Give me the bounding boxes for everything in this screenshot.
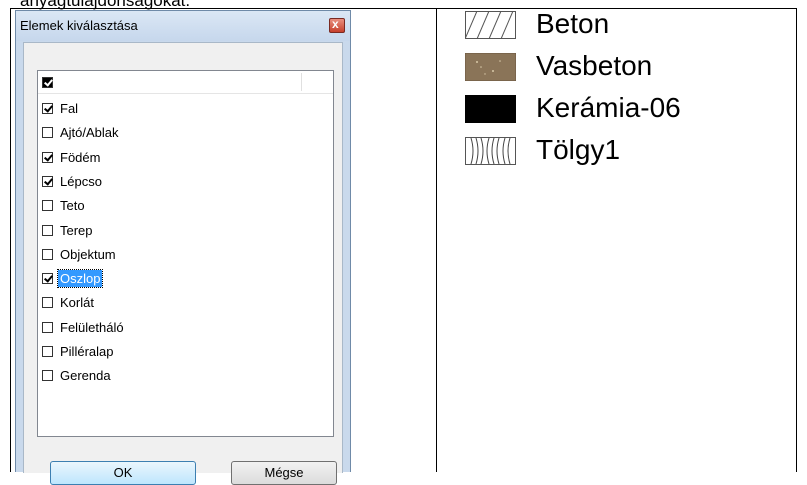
list-item[interactable]: Gerenda — [38, 364, 298, 388]
element-selection-dialog: Elemek kiválasztása x Fal Ajtó/Ablak Födém… — [15, 10, 351, 485]
item-checkbox[interactable] — [42, 273, 53, 285]
header-separator — [301, 73, 302, 91]
item-checkbox[interactable] — [42, 321, 53, 333]
list-item[interactable]: Ajtó/Ablak — [38, 121, 298, 145]
item-label: Terep — [60, 222, 93, 238]
list-item[interactable]: Terep — [38, 219, 298, 243]
item-checkbox[interactable] — [42, 127, 53, 139]
list-item[interactable]: Pilléralap — [38, 340, 298, 364]
item-label: Fal — [60, 101, 79, 116]
list-item[interactable]: Teto — [38, 194, 298, 218]
item-checkbox[interactable] — [42, 224, 53, 236]
list-header — [38, 71, 333, 94]
item-label: Felületháló — [60, 319, 124, 335]
close-button[interactable]: x — [329, 17, 345, 33]
wood-grain-swatch-icon — [465, 137, 516, 165]
select-all-checkbox[interactable] — [42, 77, 53, 88]
table-border-middle — [436, 8, 437, 472]
item-checkbox[interactable] — [42, 248, 53, 260]
item-label: Ajtó/Ablak — [60, 125, 119, 141]
table-border-right — [796, 8, 797, 472]
list-item[interactable]: Objektum — [38, 243, 298, 267]
dialog-title-bar[interactable]: Elemek kiválasztása x — [16, 11, 350, 41]
legend-label: Vasbeton — [536, 50, 653, 81]
close-icon: x — [332, 17, 339, 31]
list-item[interactable]: Fal — [38, 97, 298, 121]
item-label: Oszlop — [56, 269, 104, 289]
list-item[interactable]: Korlát — [38, 291, 298, 315]
item-label: Gerenda — [60, 368, 111, 384]
item-label: Lépcso — [60, 173, 102, 189]
brown-texture-swatch-icon — [464, 52, 517, 82]
item-checkbox[interactable] — [42, 370, 53, 382]
cancel-button[interactable]: Mégse — [231, 461, 337, 485]
item-label: Korlát — [60, 295, 94, 311]
element-list[interactable]: Fal Ajtó/Ablak Födém Lépcso Teto Terep Objektu… — [37, 70, 334, 437]
legend-label: Kerámia-06 — [536, 92, 681, 123]
item-label: Pilléralap — [60, 344, 114, 359]
dialog-client-area: Fal Ajtó/Ablak Födém Lépcso Teto Terep Objektu… — [23, 42, 343, 485]
item-checkbox[interactable] — [42, 103, 53, 114]
item-label: Teto — [60, 198, 85, 214]
table-border-left — [10, 8, 11, 472]
list-item[interactable]: Födém — [38, 146, 298, 170]
item-checkbox[interactable] — [42, 175, 53, 187]
ok-button[interactable]: OK — [50, 461, 196, 485]
dialog-title: Elemek kiválasztása — [20, 18, 138, 33]
item-checkbox[interactable] — [42, 297, 53, 309]
item-label: Födém — [60, 149, 101, 165]
item-checkbox[interactable] — [42, 346, 53, 357]
list-item[interactable]: Oszlop — [38, 267, 298, 291]
solid-black-swatch-icon — [465, 95, 516, 123]
table-border-top — [10, 8, 797, 9]
item-label: Objektum — [60, 246, 116, 262]
hatch-diagonal-swatch-icon — [464, 10, 516, 40]
list-item[interactable]: Felületháló — [38, 316, 298, 340]
legend-label: Tölgy1 — [536, 134, 621, 165]
item-checkbox[interactable] — [42, 151, 53, 163]
list-item[interactable]: Lépcso — [38, 170, 298, 194]
legend-label: Beton — [536, 8, 610, 39]
item-checkbox[interactable] — [42, 200, 53, 212]
